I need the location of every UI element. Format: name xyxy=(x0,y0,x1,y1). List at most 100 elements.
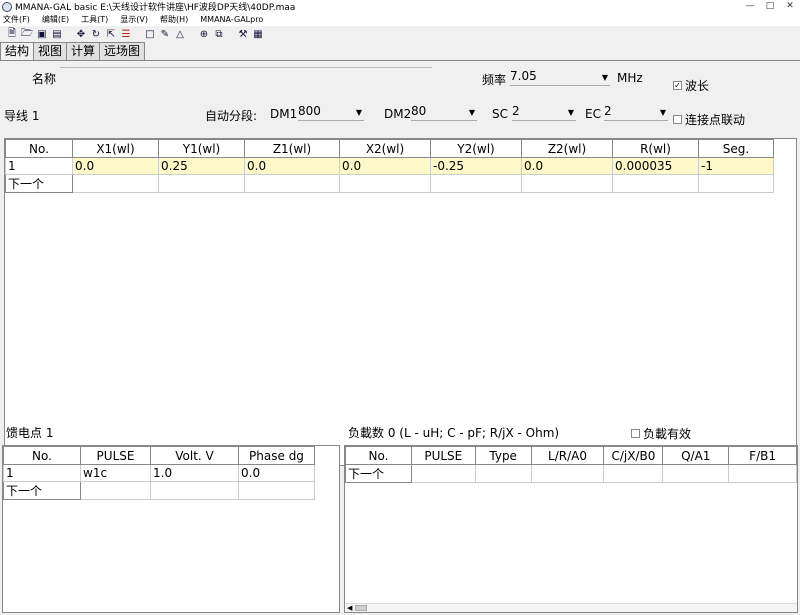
col-header[interactable]: Y2(wl) xyxy=(430,139,522,158)
cell[interactable] xyxy=(238,481,315,500)
dm2-combo[interactable]: 80 ▼ xyxy=(411,103,477,121)
table-row[interactable]: 下一个 xyxy=(3,481,315,500)
cell[interactable] xyxy=(474,464,532,483)
cell[interactable] xyxy=(244,174,340,193)
move-icon[interactable]: ✥ xyxy=(75,28,87,40)
cell[interactable] xyxy=(728,464,797,483)
cell[interactable]: 1 xyxy=(5,157,73,175)
dropdown-arrow-icon[interactable]: ▼ xyxy=(469,105,475,121)
dropdown-arrow-icon[interactable]: ▼ xyxy=(568,105,574,121)
col-header[interactable]: Q/A1 xyxy=(662,446,730,465)
dropdown-arrow-icon[interactable]: ▼ xyxy=(602,70,608,86)
cell[interactable]: 0.25 xyxy=(158,157,245,175)
minimize-icon[interactable]: — xyxy=(743,0,757,12)
name-field[interactable] xyxy=(60,67,432,68)
table-row[interactable]: 下一个 xyxy=(345,464,797,483)
cell[interactable] xyxy=(521,174,613,193)
menu-file[interactable]: 文件(F) xyxy=(3,14,30,25)
menu-pro[interactable]: MMANA-GALpro xyxy=(200,15,263,24)
table-row[interactable]: 1 0.0 0.25 0.0 0.0 -0.25 0.0 0.000035 -1 xyxy=(5,157,774,175)
save-icon[interactable]: ▣ xyxy=(36,28,48,40)
col-header[interactable]: X1(wl) xyxy=(72,139,159,158)
table-row[interactable]: 下一个 xyxy=(5,174,774,193)
cell[interactable]: -1 xyxy=(698,157,774,175)
dropdown-arrow-icon[interactable]: ▼ xyxy=(660,105,666,121)
col-header[interactable]: Z1(wl) xyxy=(244,139,340,158)
horizontal-scrollbar[interactable]: ◀ xyxy=(345,603,797,612)
freq-combo[interactable]: 7.05 ▼ xyxy=(510,68,610,86)
next-row-label[interactable]: 下一个 xyxy=(345,464,412,483)
sc-combo[interactable]: 2 ▼ xyxy=(512,103,576,121)
cell[interactable] xyxy=(603,464,664,483)
open-folder-icon[interactable]: 🗁 xyxy=(21,28,33,40)
cell[interactable]: 1.0 xyxy=(150,464,239,482)
menu-tools[interactable]: 工具(T) xyxy=(81,14,108,25)
menu-help[interactable]: 帮助(H) xyxy=(160,14,188,25)
col-header[interactable]: PULSE xyxy=(410,446,476,465)
tools-icon[interactable]: ⚒ xyxy=(237,28,249,40)
scroll-thumb[interactable] xyxy=(355,605,367,611)
settings-bars-icon[interactable]: ☰ xyxy=(120,28,132,40)
cell[interactable] xyxy=(80,481,151,500)
cell[interactable] xyxy=(410,464,476,483)
copy-icon[interactable]: ⧉ xyxy=(213,28,225,40)
cell[interactable] xyxy=(339,174,431,193)
col-header[interactable]: X2(wl) xyxy=(339,139,431,158)
triangle-icon[interactable]: △ xyxy=(174,28,186,40)
cell[interactable] xyxy=(72,174,159,193)
cell[interactable] xyxy=(662,464,730,483)
tab-far-field[interactable]: 远场图 xyxy=(99,42,146,60)
cell[interactable]: w1c xyxy=(80,464,151,482)
cell[interactable] xyxy=(430,174,522,193)
col-header[interactable]: No. xyxy=(345,446,412,465)
col-header[interactable]: No. xyxy=(3,446,81,465)
print-icon[interactable]: ▤ xyxy=(51,28,63,40)
cell[interactable]: 0.0 xyxy=(72,157,159,175)
col-header[interactable]: Z2(wl) xyxy=(521,139,613,158)
dropdown-arrow-icon[interactable]: ▼ xyxy=(356,105,362,121)
col-header[interactable]: Seg. xyxy=(698,139,774,158)
col-header[interactable]: Type xyxy=(474,446,532,465)
cell[interactable]: 0.0 xyxy=(238,464,315,482)
cell[interactable]: 1 xyxy=(3,464,81,482)
target-icon[interactable]: ⊕ xyxy=(198,28,210,40)
cell[interactable] xyxy=(150,481,239,500)
calculator-icon[interactable]: ▦ xyxy=(252,28,264,40)
next-row-label[interactable]: 下一个 xyxy=(3,481,81,500)
cell[interactable]: 0.000035 xyxy=(612,157,699,175)
cell[interactable] xyxy=(612,174,699,193)
stretch-icon[interactable]: ⇱ xyxy=(105,28,117,40)
col-header[interactable]: L/R/A0 xyxy=(530,446,605,465)
ec-combo[interactable]: 2 ▼ xyxy=(604,103,668,121)
menu-view[interactable]: 显示(V) xyxy=(120,14,148,25)
cell[interactable] xyxy=(158,174,245,193)
col-header[interactable]: PULSE xyxy=(80,446,151,465)
table-row[interactable]: 1 w1c 1.0 0.0 xyxy=(3,464,315,482)
cell[interactable]: -0.25 xyxy=(430,157,522,175)
wavelength-checkbox[interactable]: ✓ 波长 xyxy=(673,77,709,94)
col-header[interactable]: F/B1 xyxy=(728,446,797,465)
new-doc-icon[interactable]: □ xyxy=(144,28,156,40)
link-checkbox[interactable]: 连接点联动 xyxy=(673,111,745,128)
menu-edit[interactable]: 编辑(E) xyxy=(42,14,69,25)
loads-enable-checkbox[interactable]: 负載有效 xyxy=(631,425,691,442)
maximize-icon[interactable]: □ xyxy=(763,0,777,12)
cell[interactable] xyxy=(698,174,774,193)
col-header[interactable]: Volt. V xyxy=(150,446,239,465)
cell[interactable] xyxy=(530,464,605,483)
tab-structure[interactable]: 结构 xyxy=(0,42,35,61)
new-file-icon[interactable]: 🗎 xyxy=(6,28,18,40)
edit-icon[interactable]: ✎ xyxy=(159,28,171,40)
dm1-combo[interactable]: 800 ▼ xyxy=(298,103,364,121)
cell[interactable]: 0.0 xyxy=(244,157,340,175)
col-header[interactable]: No. xyxy=(5,139,73,158)
col-header[interactable]: C/jX/B0 xyxy=(603,446,664,465)
col-header[interactable]: Phase dg xyxy=(238,446,315,465)
tab-compute[interactable]: 计算 xyxy=(66,42,101,60)
cell[interactable]: 0.0 xyxy=(339,157,431,175)
col-header[interactable]: Y1(wl) xyxy=(158,139,245,158)
rotate-icon[interactable]: ↻ xyxy=(90,28,102,40)
cell[interactable]: 0.0 xyxy=(521,157,613,175)
tab-view[interactable]: 视图 xyxy=(33,42,68,60)
scroll-left-icon[interactable]: ◀ xyxy=(347,604,352,612)
